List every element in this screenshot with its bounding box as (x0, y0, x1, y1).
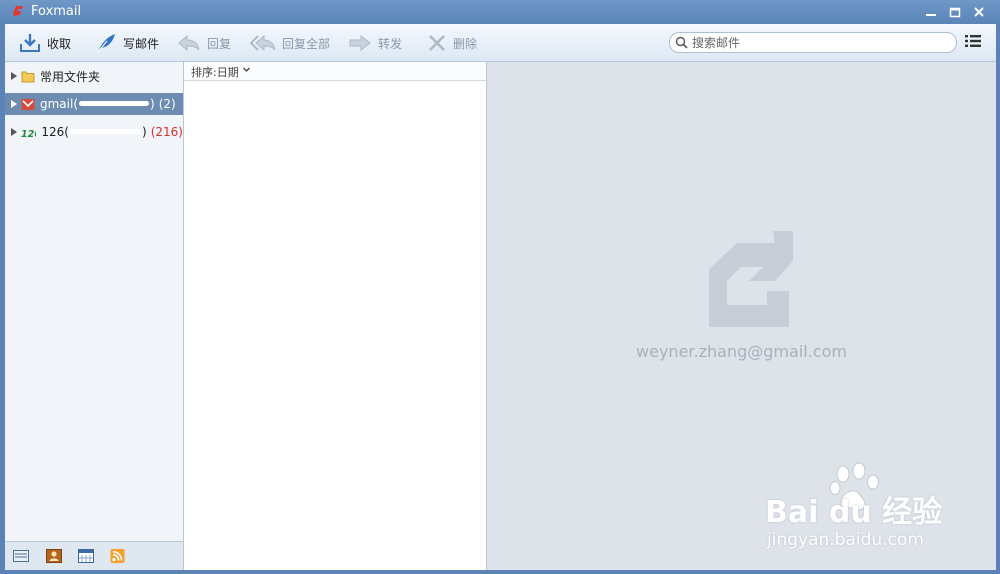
receive-button[interactable]: 收取 (19, 32, 71, 54)
redacted-address (79, 100, 150, 106)
calendar-icon[interactable] (78, 549, 94, 563)
folder-icon (21, 71, 35, 82)
foxmail-logo-icon (13, 6, 23, 16)
receive-icon (20, 34, 40, 52)
baidu-watermark: Bai du 经验 jingyan.baidu.com (765, 462, 995, 562)
reply-button[interactable]: 回复 (177, 32, 231, 54)
maximize-icon[interactable] (946, 4, 964, 20)
contacts-icon[interactable] (46, 549, 62, 563)
watermark-main: Bai du 经验 (765, 495, 943, 530)
reply-all-icon (250, 34, 276, 52)
mail-list-pane: 排序:日期 (184, 62, 487, 570)
unread-count: (2) (158, 97, 176, 111)
forward-label: 转发 (378, 36, 403, 51)
delete-label: 删除 (453, 36, 478, 51)
account-label: 126( (41, 125, 69, 139)
unread-count: (216) (150, 125, 183, 139)
watermark-sub: jingyan.baidu.com (767, 530, 924, 550)
rss-icon[interactable] (110, 549, 126, 563)
search-input[interactable] (690, 34, 944, 52)
title-bar: Foxmail (0, 0, 1000, 24)
account-email: weyner.zhang@gmail.com (636, 342, 847, 361)
126-mail-icon: 126 (21, 128, 36, 138)
sort-bar[interactable]: 排序:日期 (184, 62, 486, 81)
forward-button[interactable]: 转发 (348, 32, 402, 54)
forward-icon (349, 34, 371, 52)
expand-arrow-icon[interactable] (11, 128, 17, 136)
account-label-suffix: ) (150, 97, 155, 111)
foxmail-watermark-logo-icon (709, 231, 793, 327)
receive-label: 收取 (47, 36, 72, 51)
sort-label[interactable]: 排序:日期 (191, 64, 239, 80)
sidebar-item-126[interactable]: 126 126( ) (216) (5, 121, 183, 143)
foxmail-window: Foxmail 收取 写邮件 回复 回复全部 转发 删除 搜索邮件 常用文件夹 … (0, 0, 1000, 574)
compose-feather-icon (97, 34, 115, 53)
expand-arrow-icon[interactable] (11, 72, 17, 80)
compose-label: 写邮件 (123, 36, 160, 51)
delete-button[interactable]: 删除 (427, 32, 477, 54)
account-label: gmail( (40, 97, 79, 111)
search-box[interactable] (669, 32, 957, 53)
toolbar: 收取 写邮件 回复 回复全部 转发 删除 搜索邮件 (5, 24, 996, 62)
menu-list-icon[interactable] (965, 34, 981, 48)
window-title: Foxmail (31, 4, 82, 19)
delete-icon (429, 35, 445, 51)
sidebar-item-gmail[interactable]: gmail( ) (2) (5, 93, 183, 115)
search-icon (675, 36, 688, 49)
mail-view-icon[interactable] (13, 549, 29, 563)
folder-sidebar: 常用文件夹 gmail( ) (2) 126 126( ) (216) (5, 62, 184, 570)
close-icon[interactable] (970, 4, 988, 20)
reply-label: 回复 (207, 36, 232, 51)
reply-all-button[interactable]: 回复全部 (250, 32, 330, 54)
reading-pane: weyner.zhang@gmail.com Bai du 经验 jingyan… (487, 62, 996, 570)
sidebar-bottom-bar (5, 541, 183, 570)
sidebar-item-common-folders[interactable]: 常用文件夹 (5, 65, 183, 87)
expand-arrow-icon[interactable] (11, 100, 17, 108)
reply-all-label: 回复全部 (282, 36, 331, 51)
compose-button[interactable]: 写邮件 (95, 32, 159, 54)
reply-icon (178, 34, 200, 52)
chevron-down-icon[interactable] (242, 65, 251, 74)
svg-text:126: 126 (21, 128, 36, 138)
sidebar-item-label: 常用文件夹 (40, 69, 101, 84)
gmail-icon (21, 98, 35, 110)
account-label-suffix: ) (142, 125, 147, 139)
minimize-icon[interactable] (922, 4, 940, 20)
redacted-address (69, 128, 142, 134)
